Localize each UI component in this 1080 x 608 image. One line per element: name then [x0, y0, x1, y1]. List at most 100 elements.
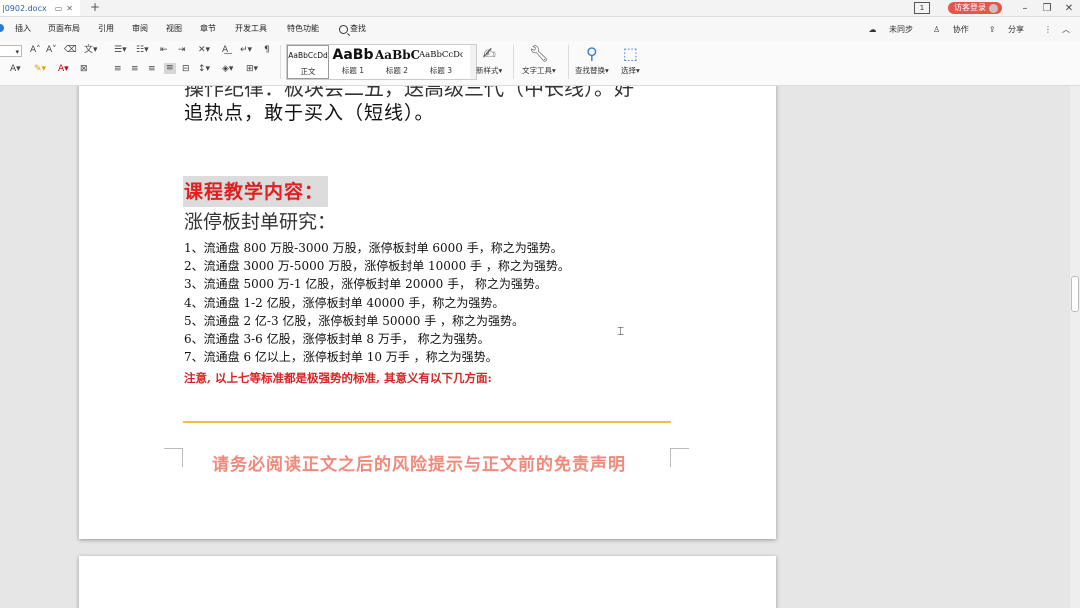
document-tab-name: |0902.docx — [2, 3, 47, 13]
sync-status-label: 未同步 — [889, 24, 914, 34]
line-spacing-icon[interactable]: ↕▾ — [198, 64, 210, 75]
find-replace-label: 查找替换 — [575, 66, 605, 75]
scrollbar-thumb[interactable] — [1071, 276, 1079, 312]
text-effect-icon[interactable]: A▾ — [10, 64, 21, 75]
collaborate-button[interactable]: ♙ 协作 — [933, 24, 979, 35]
vertical-scrollbar[interactable] — [1070, 86, 1080, 608]
line-break-icon[interactable]: ↵▾ — [240, 45, 252, 56]
guest-login-label: 访客登录 — [954, 3, 986, 12]
style-heading-1-label: 标题 1 — [341, 66, 365, 75]
menu-bar: 插入 页面布局 引用 审阅 视图 章节 开发工具 特色功能 查找 ☁ 未同步 ♙… — [0, 17, 1080, 41]
share-button[interactable]: ⇪ 分享 — [989, 24, 1034, 35]
app-menu-icon[interactable] — [0, 24, 4, 32]
highlight-color-icon[interactable]: ✎▾ — [34, 64, 46, 75]
list-item: 6、流通盘 3-6 亿股，涨停板封单 8 万手， 称之为强势。 — [184, 332, 490, 346]
ribbon-divider — [513, 45, 514, 79]
menu-insert[interactable]: 插入 — [15, 17, 31, 41]
style-heading-1-preview: AaBb — [332, 47, 374, 63]
decrease-indent-icon[interactable]: ⇤ — [160, 45, 168, 56]
user-icon: ♙ — [933, 24, 941, 34]
text-direction-icon[interactable]: A͟ — [222, 45, 228, 56]
menu-references[interactable]: 引用 — [98, 17, 114, 41]
new-tab-button[interactable]: + — [90, 0, 100, 14]
minimize-button[interactable]: – — [1014, 3, 1036, 14]
align-center-icon[interactable]: ≡ — [131, 64, 139, 75]
font-size-select[interactable]: ▾ — [0, 45, 22, 57]
list-item: 4、流通盘 1-2 亿股，涨停板封单 40000 手，称之为强势。 — [184, 296, 505, 310]
sync-status-button[interactable]: ☁ 未同步 — [868, 24, 923, 35]
note-text: 注意, 以上七等标准都是极强势的标准, 其意义有以下几方面: — [184, 371, 492, 385]
text-cursor-icon: ⌶ — [617, 324, 625, 338]
justify-icon[interactable]: ≡ — [164, 63, 176, 74]
more-options-icon[interactable]: ⋮ — [1044, 25, 1052, 34]
paragraph-mark-icon[interactable]: ¶ — [264, 45, 270, 56]
numbered-list-icon[interactable]: ☷▾ — [136, 45, 149, 56]
phonetic-guide-icon[interactable]: 文▾ — [84, 45, 98, 56]
menu-developer[interactable]: 开发工具 — [235, 17, 267, 41]
close-tab-icon[interactable]: ✕ — [66, 4, 73, 13]
style-heading-2-preview: AaBbC — [375, 48, 419, 62]
list-item: 3、流通盘 5000 万-1 亿股，涨停板封单 20000 手， 称之为强势。 — [184, 277, 547, 291]
ribbon-divider — [568, 45, 569, 79]
style-heading-1[interactable]: AaBb 标题 1 — [331, 45, 375, 79]
window-icon[interactable]: ▭ — [55, 4, 63, 13]
menu-view[interactable]: 视图 — [166, 17, 182, 41]
menu-page-layout[interactable]: 页面布局 — [48, 17, 80, 41]
cloud-icon: ☁ — [868, 24, 877, 34]
style-normal-label: 正文 — [300, 67, 316, 76]
list-item: 1、流通盘 800 万股-3000 万股，涨停板封单 6000 手，称之为强势。 — [184, 241, 563, 255]
subheading: 涨停板封单研究： — [184, 211, 337, 233]
new-style-label: 新样式 — [476, 66, 499, 75]
corner-mark-right — [670, 448, 689, 467]
close-button[interactable]: ✕ — [1058, 3, 1080, 14]
font-color-icon[interactable]: A▾ — [58, 64, 69, 75]
divider-rule — [183, 421, 671, 423]
find-replace-button[interactable]: ⚲ 查找替换▾ — [575, 45, 609, 76]
style-heading-3-preview: AaBbCcDc — [419, 50, 463, 60]
restore-button[interactable]: ❐ — [1036, 3, 1058, 14]
align-right-icon[interactable]: ≡ — [148, 64, 156, 75]
style-heading-3[interactable]: AaBbCcDc 标题 3 — [419, 45, 463, 79]
shrink-font-icon[interactable]: A˅ — [46, 45, 57, 56]
select-button[interactable]: ⬚ 选择▾ — [621, 45, 640, 76]
magnifier-icon: ⚲ — [586, 44, 598, 63]
menu-review[interactable]: 审阅 — [132, 17, 148, 41]
next-page[interactable] — [79, 556, 776, 608]
collaborate-label: 协作 — [952, 24, 969, 34]
chinese-layout-icon[interactable]: ✕▾ — [198, 45, 210, 56]
menu-sections[interactable]: 章节 — [200, 17, 216, 41]
menu-special-features[interactable]: 特色功能 — [287, 17, 319, 41]
style-heading-2[interactable]: AaBbC 标题 2 — [375, 45, 419, 79]
style-normal-preview: AaBbCcDd — [288, 51, 328, 60]
style-heading-2-label: 标题 2 — [385, 66, 409, 75]
align-left-icon[interactable]: ≡ — [114, 64, 122, 75]
new-style-button[interactable]: ✍ 新样式▾ — [476, 45, 502, 76]
style-normal[interactable]: AaBbCcDd 正文 — [287, 45, 329, 79]
bullet-list-icon[interactable]: ☰▾ — [114, 45, 127, 56]
search-icon — [339, 24, 348, 34]
text-tools-button[interactable]: 🔧︎ 文字工具▾ — [522, 45, 556, 76]
shading-icon[interactable]: ◈▾ — [222, 64, 233, 75]
distributed-icon[interactable]: ⊟ — [182, 64, 190, 75]
borders-icon[interactable]: ⊞▾ — [246, 64, 258, 75]
collapse-ribbon-icon[interactable]: ︿ — [1062, 24, 1070, 35]
guest-login-button[interactable]: 访客登录 — [948, 2, 1002, 14]
menu-search[interactable]: 查找 — [339, 17, 366, 41]
increase-indent-icon[interactable]: ⇥ — [178, 45, 186, 56]
document-page[interactable]: 操作纪律：板块会二五，送高级三代（中长线）。好 追热点，敢于买入（短线）。 课程… — [79, 86, 776, 539]
page-count-icon[interactable]: 1 — [914, 2, 930, 14]
document-canvas: 操作纪律：板块会二五，送高级三代（中长线）。好 追热点，敢于买入（短线）。 课程… — [0, 86, 1080, 608]
list-item: 2、流通盘 3000 万-5000 万股，涨停板封单 10000 手 ，称之为强… — [184, 259, 570, 273]
list-item: 7、流通盘 6 亿以上，涨停板封单 10 万手 ，称之为强势。 — [184, 350, 498, 364]
body-line: 追热点，敢于买入（短线）。 — [184, 102, 435, 124]
list-item: 5、流通盘 2 亿-3 亿股，涨停板封单 50000 手 ，称之为强势。 — [184, 314, 525, 328]
document-tab[interactable]: |0902.docx ▭ ✕ — [0, 0, 80, 16]
disclaimer-text: 请务必阅读正文之后的风险提示与正文前的免责声明 — [212, 455, 626, 475]
menu-search-label: 查找 — [350, 24, 366, 33]
grow-font-icon[interactable]: A˄ — [30, 45, 41, 56]
select-label: 选择 — [621, 66, 636, 75]
new-style-icon: ✍ — [482, 44, 496, 63]
style-heading-3-label: 标题 3 — [429, 66, 453, 75]
clear-format-icon[interactable]: ⌫ — [64, 45, 77, 56]
char-border-icon[interactable]: ⊠ — [80, 64, 88, 75]
